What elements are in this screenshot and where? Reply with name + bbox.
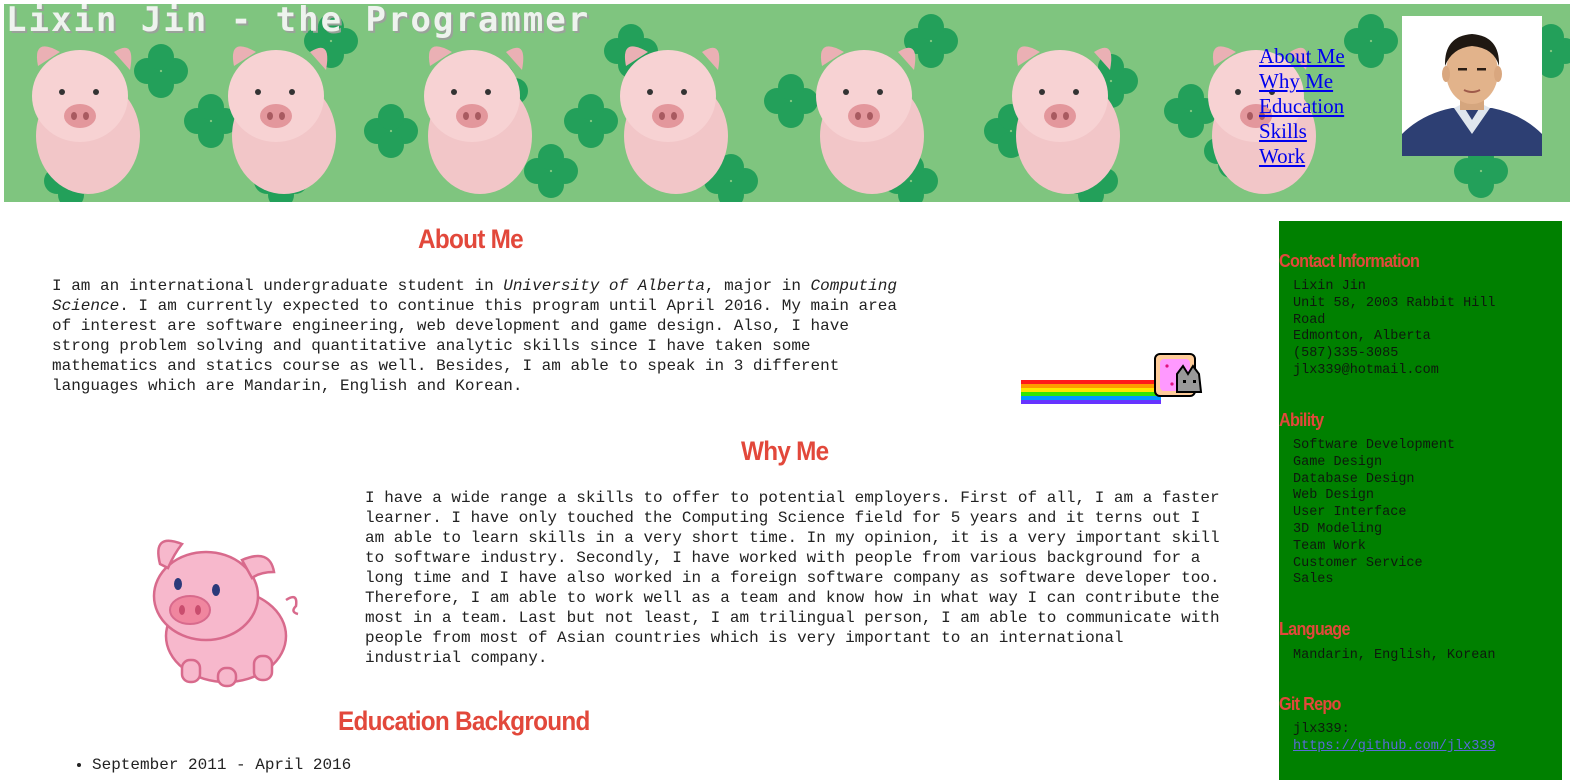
language-item: Mandarin, English, Korean (1293, 648, 1496, 663)
banner-pig-image (606, 26, 736, 196)
header-banner: Lixin Jin - the Programmer About Me Why … (4, 4, 1570, 202)
git-user: jlx339: (1293, 722, 1350, 737)
main-nav: About Me Why Me Education Skills Work (1259, 44, 1345, 169)
contact-information-heading: Contact Information (1279, 251, 1420, 271)
profile-photo (1402, 16, 1542, 156)
git-repo-link[interactable]: https://github.com/jlx339 (1293, 739, 1496, 754)
contact-city: Edmonton, Alberta (1293, 329, 1431, 345)
banner-pig-image (18, 26, 148, 196)
cartoon-pig-image (152, 539, 299, 688)
about-text-part: I am an international undergraduate stud… (52, 277, 504, 295)
university-name: University of Alberta (503, 277, 705, 295)
contact-phone: (587)335-3085 (1293, 346, 1399, 362)
nav-link-work[interactable]: Work (1259, 144, 1345, 169)
ability-item: User Interface (1293, 505, 1407, 521)
ability-item: Game Design (1293, 454, 1383, 470)
education-heading: Education Background (338, 706, 590, 736)
about-me-paragraph: I am an international undergraduate stud… (52, 276, 912, 396)
language-list: Mandarin, English, Korean (1293, 648, 1496, 665)
ability-item: Sales (1293, 572, 1334, 588)
git-repo-heading: Git Repo (1279, 694, 1341, 714)
nyan-cat-image (1021, 353, 1203, 404)
contact-address-line: Road (1293, 312, 1326, 328)
contact-name: Lixin Jin (1293, 279, 1366, 294)
ability-heading: Ability (1279, 410, 1324, 430)
nav-link-education[interactable]: Education (1259, 94, 1345, 119)
contact-list: Lixin Jin Unit 58, 2003 Rabbit Hill Road… (1293, 279, 1496, 380)
contact-address-line: Unit 58, 2003 Rabbit Hill (1293, 295, 1496, 311)
about-text-part: . I am currently expected to continue th… (52, 297, 897, 395)
why-me-paragraph: I have a wide range a skills to offer to… (365, 489, 1220, 667)
about-me-heading: About Me (418, 224, 524, 254)
clover-decoration (1344, 14, 1398, 68)
site-title: Lixin Jin - the Programmer (6, 4, 591, 40)
sidebar: Contact Information Lixin Jin Unit 58, 2… (1279, 221, 1562, 780)
banner-pig-image (998, 26, 1128, 196)
ability-list: Software Development Game Design Databas… (1293, 438, 1455, 589)
banner-pig-image (410, 26, 540, 196)
nav-link-about-me[interactable]: About Me (1259, 44, 1345, 69)
why-me-heading: Why Me (741, 436, 829, 466)
banner-pig-image (214, 26, 344, 196)
nav-link-why-me[interactable]: Why Me (1259, 69, 1345, 94)
ability-item: Web Design (1293, 488, 1375, 504)
banner-pig-image (802, 26, 932, 196)
git-link-item: https://github.com/jlx339 (1293, 739, 1496, 756)
education-item: September 2011 - April 2016 (92, 756, 351, 774)
about-text-part: , major in (704, 277, 811, 295)
git-repo-list: jlx339: https://github.com/jlx339 (1293, 722, 1496, 756)
contact-email: jlx339@hotmail.com (1293, 362, 1439, 378)
education-list: September 2011 - April 2016 (52, 756, 351, 774)
ability-item: Team Work (1293, 538, 1366, 554)
ability-item: Customer Service (1293, 555, 1423, 571)
ability-item: 3D Modeling (1293, 521, 1383, 537)
ability-item: Database Design (1293, 471, 1415, 487)
nav-link-skills[interactable]: Skills (1259, 119, 1345, 144)
ability-item: Software Development (1293, 438, 1456, 453)
language-heading: Language (1279, 619, 1350, 639)
